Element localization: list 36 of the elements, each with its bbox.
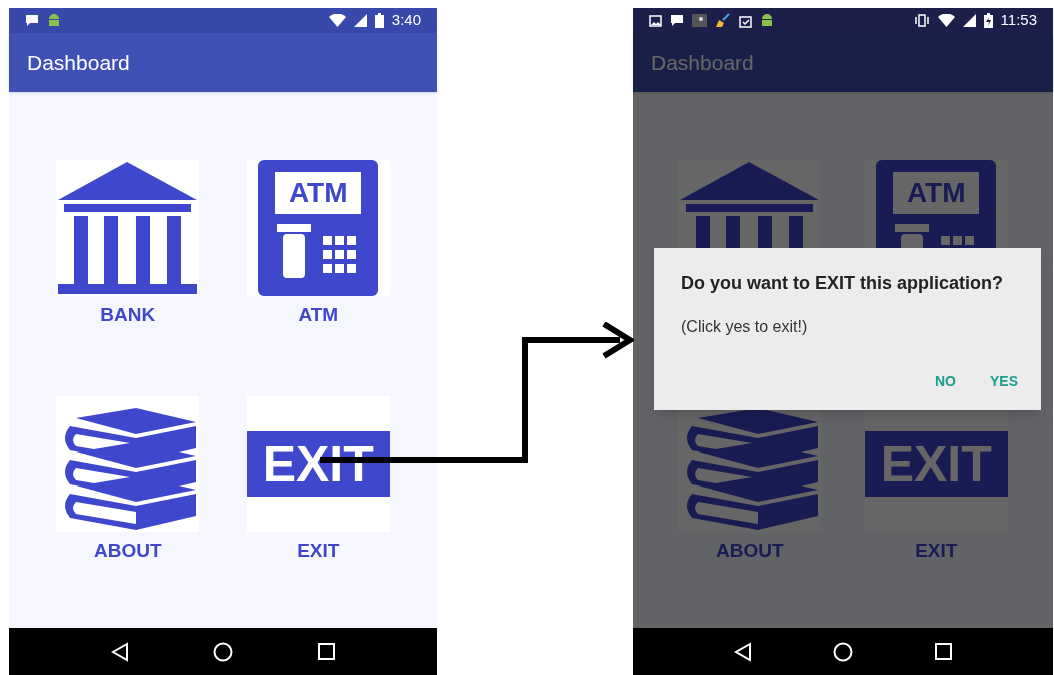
wifi-icon — [937, 14, 955, 27]
wifi-icon — [328, 14, 346, 27]
signal-icon — [962, 14, 976, 27]
books-stack-icon — [56, 396, 200, 532]
home-icon[interactable] — [833, 641, 854, 662]
vibrate-icon — [913, 14, 930, 27]
android-icon — [760, 12, 774, 29]
battery-icon — [374, 13, 384, 28]
status-time: 11:53 — [1000, 10, 1037, 31]
recents-icon[interactable] — [935, 643, 953, 660]
app-title: Dashboard — [27, 49, 130, 76]
home-icon[interactable] — [213, 641, 234, 662]
signal-icon — [353, 14, 367, 27]
broom-icon — [715, 13, 730, 28]
clipboard-icon — [738, 13, 752, 28]
tile-label[interactable]: EXIT — [297, 540, 340, 562]
atm-screen-text: ATM — [893, 172, 980, 214]
tile-label[interactable]: ABOUT — [93, 540, 162, 562]
message-icon — [25, 14, 39, 27]
bank-icon — [56, 160, 200, 296]
exit-sign-text: EXIT — [864, 431, 1008, 497]
atm-screen-text: ATM — [275, 172, 362, 214]
battery-charging-icon — [983, 13, 993, 28]
tile-label[interactable]: ATM — [298, 304, 339, 326]
photo-icon — [692, 14, 707, 27]
android-icon — [47, 12, 61, 29]
message-icon — [670, 14, 684, 27]
recents-icon[interactable] — [317, 643, 335, 660]
image-icon — [649, 14, 662, 27]
back-icon[interactable] — [733, 641, 752, 662]
dialog-message: (Click yes to exit!) — [681, 317, 809, 337]
app-title: Dashboard — [651, 49, 754, 76]
back-icon[interactable] — [111, 641, 130, 662]
dialog-title: Do you want to EXIT this application? — [681, 272, 1004, 295]
status-time: 3:40 — [391, 10, 421, 31]
tile-label[interactable]: BANK — [100, 304, 156, 326]
